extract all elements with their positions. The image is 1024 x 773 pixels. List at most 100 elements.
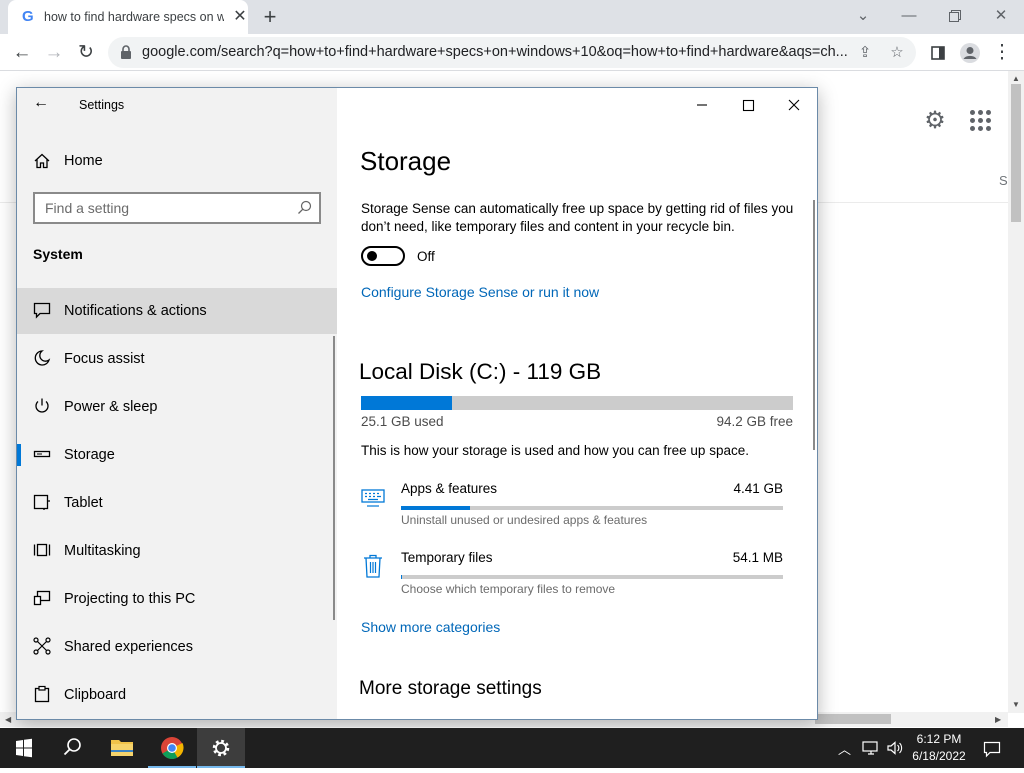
sidebar-item-power-sleep[interactable]: Power & sleep [17,384,337,430]
category-usage-fill [401,575,403,579]
usage-explanation: This is how your storage is used and how… [361,443,749,458]
keyboard-icon [361,489,385,507]
home-link[interactable]: Home [64,153,103,169]
sidebar-item-label: Clipboard [64,687,127,703]
used-space-label: 25.1 GB used [361,414,444,429]
category-description: Uninstall unused or undesired apps & fea… [401,513,648,527]
chrome-button[interactable] [148,728,196,768]
projecting-icon [33,590,51,606]
maximize-button[interactable] [725,92,771,118]
browser-restore-button[interactable] [932,2,978,30]
sidebar-item-projecting[interactable]: Projecting to this PC [17,576,337,622]
scroll-right-icon[interactable]: ▶ [995,715,1001,724]
tab-search-icon[interactable]: ⌄ [840,2,886,30]
sidebar-item-label: Shared experiences [64,639,193,655]
show-more-categories-link[interactable]: Show more categories [361,619,500,635]
settings-window: ← Settings Home Find a setting System No… [16,87,818,720]
browser-tab-strip: G how to find hardware specs on windows … [0,0,1024,34]
google-apps-grid-icon[interactable] [970,110,992,132]
browser-toolbar: ← → ↻ google.com/search?q=how+to+find+ha… [0,34,1024,71]
storage-icon [33,450,51,458]
google-settings-gear-icon[interactable]: ⚙ [922,108,948,134]
new-tab-button[interactable]: + [258,5,282,29]
browser-close-button[interactable]: ✕ [978,2,1024,30]
category-name: Temporary files [401,550,493,565]
tab-close-icon[interactable]: ✕ [230,7,250,27]
multitasking-icon [33,543,51,557]
address-bar[interactable]: google.com/search?q=how+to+find+hardware… [108,37,916,68]
sidebar-item-storage[interactable]: Storage [17,432,337,478]
scroll-up-icon[interactable]: ▲ [1012,74,1020,83]
scroll-down-icon[interactable]: ▼ [1012,700,1020,709]
sidebar-item-label: Focus assist [64,351,145,367]
share-icon[interactable]: ⇪ [854,42,876,64]
browser-menu-icon[interactable]: ⋮ [988,39,1016,67]
sidebar-item-label: Projecting to this PC [64,591,196,607]
category-usage-fill [401,506,470,510]
window-title: Settings [79,98,125,112]
moon-icon [34,350,51,366]
network-icon[interactable] [862,740,880,756]
divider [818,202,1008,203]
sidebar-item-focus-assist[interactable]: Focus assist [17,336,337,382]
forward-arrow-icon[interactable]: → [40,39,68,67]
storage-sense-toggle[interactable] [361,246,405,266]
content-scrollbar[interactable] [813,200,815,450]
storage-page: Storage Storage Sense can automatically … [337,88,817,719]
sidebar-scrollbar[interactable] [333,336,335,620]
taskbar: ︿ 6:12 PM 6/18/2022 [0,728,1024,768]
browser-tab[interactable]: G how to find hardware specs on windows … [8,0,248,34]
file-explorer-button[interactable] [98,728,146,768]
profile-avatar-icon[interactable] [956,39,984,67]
settings-taskbar-button[interactable] [197,728,245,768]
search-placeholder: Find a setting [45,200,130,216]
more-storage-settings-heading: More storage settings [359,678,542,699]
configure-storage-sense-link[interactable]: Configure Storage Sense or run it now [361,284,599,300]
page-horizontal-scroll-thumb[interactable] [815,714,891,724]
back-arrow-icon[interactable]: ← [8,39,36,67]
category-size: 54.1 MB [732,550,783,565]
google-partial-text: S [999,173,1008,188]
back-arrow-icon[interactable]: ← [33,94,51,112]
settings-sidebar: ← Settings Home Find a setting System No… [17,88,337,719]
close-button[interactable] [771,92,817,118]
browser-minimize-button[interactable]: — [886,2,932,30]
side-panel-icon[interactable] [924,39,952,67]
minimize-button[interactable] [679,92,725,118]
disk-usage-fill [361,396,452,410]
sidebar-item-tablet[interactable]: Tablet [17,480,337,526]
show-hidden-icons-chevron-icon[interactable]: ︿ [838,739,851,758]
category-usage-bar [401,506,783,510]
sidebar-item-label: Tablet [64,495,103,511]
start-button[interactable] [0,728,48,768]
find-setting-input[interactable]: Find a setting [33,192,321,224]
disk-usage-bar [361,396,793,410]
search-button[interactable] [48,728,96,768]
notification-icon [33,302,51,319]
page-vertical-scroll-thumb[interactable] [1011,84,1021,222]
clock-time: 6:12 PM [916,732,962,746]
url-text[interactable]: google.com/search?q=how+to+find+hardware… [142,44,852,60]
search-icon [298,200,312,214]
category-name: Apps & features [401,481,498,496]
divider [0,202,16,203]
shared-icon [33,637,51,655]
action-center-icon[interactable] [983,740,1001,758]
reload-icon[interactable]: ↻ [72,39,100,67]
tab-title: how to find hardware specs on windows 10 [44,10,224,24]
sidebar-item-notifications[interactable]: Notifications & actions [17,288,337,334]
trash-icon [364,554,382,578]
volume-icon[interactable] [886,740,904,756]
sidebar-item-clipboard[interactable]: Clipboard [17,672,337,718]
clock-date: 6/18/2022 [912,749,966,763]
sidebar-item-shared-experiences[interactable]: Shared experiences [17,624,337,670]
chrome-icon [161,737,184,759]
taskbar-clock[interactable]: 6:12 PM 6/18/2022 [904,731,974,765]
bookmark-star-icon[interactable]: ☆ [886,42,908,64]
home-icon [34,153,50,169]
sidebar-item-multitasking[interactable]: Multitasking [17,528,337,574]
search-icon [63,738,81,756]
selection-indicator [17,444,21,466]
scroll-left-icon[interactable]: ◀ [5,715,11,724]
google-favicon-icon: G [22,8,34,25]
